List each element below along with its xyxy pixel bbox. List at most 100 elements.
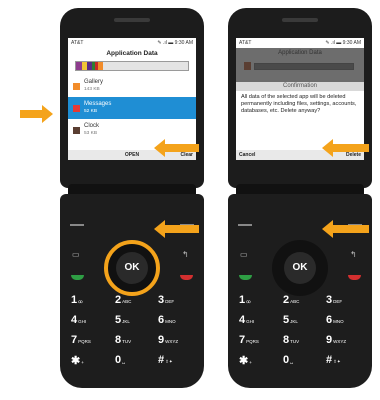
key-9[interactable]: 9WXYZ bbox=[326, 334, 346, 346]
key-number: # bbox=[326, 354, 333, 366]
left-phone: AT&T ✎ .ıl ▬ 9:30 AM Application Data Ga… bbox=[60, 8, 204, 388]
key-number: 9 bbox=[326, 334, 333, 346]
softkey-open[interactable]: OPEN bbox=[68, 152, 196, 158]
left-softkey[interactable] bbox=[238, 224, 252, 226]
key-5[interactable]: 5JKL bbox=[115, 314, 130, 326]
key-number: 6 bbox=[158, 314, 165, 326]
key-11[interactable]: 0␣ bbox=[283, 354, 293, 366]
call-icon[interactable] bbox=[71, 275, 84, 280]
keypad-base: ▭ ↰ OK 1ꝏ 2ABC 3DEF 4GHI 5JKL 6MNO 7PQRS 8TUV 9W… bbox=[228, 194, 372, 388]
ok-button[interactable]: OK bbox=[284, 252, 316, 284]
key-number: 7 bbox=[71, 334, 78, 346]
key-letters: ꝏ bbox=[246, 299, 251, 304]
dialog-message: All data of the selected app will be del… bbox=[241, 94, 357, 115]
key-1[interactable]: 1ꝏ bbox=[239, 294, 251, 306]
key-letters: ⇧✦ bbox=[165, 359, 173, 364]
key-letters: TUV bbox=[290, 339, 300, 344]
list-item-gallery[interactable]: Gallery 143 KB bbox=[68, 75, 196, 97]
list-item-clock[interactable]: Clock 53 KB bbox=[68, 119, 196, 141]
key-letters: ␣ bbox=[290, 359, 293, 364]
key-8[interactable]: 8TUV bbox=[283, 334, 299, 346]
key-letters: JKL bbox=[122, 319, 130, 324]
list-item-messages[interactable]: Messages 52 KB bbox=[68, 97, 196, 119]
key-number: 5 bbox=[283, 314, 290, 326]
earpiece bbox=[282, 18, 318, 22]
key-7[interactable]: 7PQRS bbox=[239, 334, 259, 346]
key-6[interactable]: 6MNO bbox=[326, 314, 344, 326]
end-call-icon[interactable] bbox=[348, 275, 361, 280]
confirmation-dialog: Confirmation All data of the selected ap… bbox=[236, 82, 364, 150]
key-4[interactable]: 4GHI bbox=[239, 314, 254, 326]
key-3[interactable]: 3DEF bbox=[158, 294, 174, 306]
key-1[interactable]: 1ꝏ bbox=[71, 294, 83, 306]
softkey-clear[interactable]: Clear bbox=[180, 152, 193, 158]
key-12[interactable]: #⇧✦ bbox=[326, 354, 341, 366]
storage-usage-bar bbox=[254, 63, 354, 70]
key-number: # bbox=[158, 354, 165, 366]
key-12[interactable]: #⇧✦ bbox=[158, 354, 173, 366]
nav-dpad[interactable]: OK bbox=[104, 240, 160, 296]
app-size: 52 KB bbox=[84, 109, 98, 114]
dialog-title: Confirmation bbox=[236, 82, 364, 91]
back-icon[interactable]: ↰ bbox=[182, 250, 189, 259]
key-10[interactable]: ✱+ bbox=[239, 354, 252, 367]
right-phone: AT&T ✎ .ıl ▬ 9:30 AM Application Data Co… bbox=[228, 8, 372, 388]
key-letters: JKL bbox=[290, 319, 298, 324]
status-icons: ✎ .ıl ▬ 9:30 AM bbox=[325, 40, 361, 46]
ok-button[interactable]: OK bbox=[116, 252, 148, 284]
key-number: 2 bbox=[115, 294, 122, 306]
page-title: Application Data bbox=[106, 50, 158, 57]
key-5[interactable]: 5JKL bbox=[283, 314, 298, 326]
call-icon[interactable] bbox=[239, 275, 252, 280]
status-bar: AT&T ✎ .ıl ▬ 9:30 AM bbox=[236, 38, 364, 48]
key-letters: MNO bbox=[165, 319, 176, 324]
key-number: ✱ bbox=[71, 355, 81, 367]
end-call-icon[interactable] bbox=[180, 275, 193, 280]
key-letters: + bbox=[249, 360, 252, 365]
nav-dpad[interactable]: OK bbox=[272, 240, 328, 296]
clock-icon bbox=[73, 126, 80, 134]
menu-icon[interactable]: ▭ bbox=[72, 250, 80, 259]
key-letters: GHI bbox=[246, 319, 255, 324]
key-letters: ⇧✦ bbox=[333, 359, 341, 364]
key-number: ✱ bbox=[239, 355, 249, 367]
key-number: 8 bbox=[283, 334, 290, 346]
key-letters: DEF bbox=[333, 299, 343, 304]
menu-icon[interactable]: ▭ bbox=[240, 250, 248, 259]
softkey-delete[interactable]: Delete bbox=[346, 152, 361, 158]
app-name: Messages bbox=[84, 101, 112, 107]
key-letters: DEF bbox=[165, 299, 175, 304]
key-6[interactable]: 6MNO bbox=[158, 314, 176, 326]
storage-segment bbox=[98, 62, 103, 70]
key-4[interactable]: 4GHI bbox=[71, 314, 86, 326]
key-number: 4 bbox=[71, 314, 78, 326]
softkey-cancel[interactable]: Cancel bbox=[239, 152, 255, 158]
key-letters: GHI bbox=[78, 319, 87, 324]
key-3[interactable]: 3DEF bbox=[326, 294, 342, 306]
key-7[interactable]: 7PQRS bbox=[71, 334, 91, 346]
key-number: 4 bbox=[239, 314, 246, 326]
status-bar: AT&T ✎ .ıl ▬ 9:30 AM bbox=[68, 38, 196, 48]
key-letters: MNO bbox=[333, 319, 344, 324]
key-10[interactable]: ✱+ bbox=[71, 354, 84, 367]
key-number: 1 bbox=[71, 294, 78, 306]
key-2[interactable]: 2ABC bbox=[115, 294, 131, 306]
phone-screen: AT&T ✎ .ıl ▬ 9:30 AM Application Data Co… bbox=[236, 38, 364, 160]
key-9[interactable]: 9WXYZ bbox=[158, 334, 178, 346]
key-number: 3 bbox=[326, 294, 333, 306]
status-icons: ✎ .ıl ▬ 9:30 AM bbox=[157, 40, 193, 46]
key-8[interactable]: 8TUV bbox=[115, 334, 131, 346]
key-number: 1 bbox=[239, 294, 246, 306]
key-number: 0 bbox=[283, 354, 290, 366]
left-softkey[interactable] bbox=[70, 224, 84, 226]
app-name: Clock bbox=[84, 123, 100, 129]
earpiece bbox=[114, 18, 150, 22]
carrier-label: AT&T bbox=[239, 40, 252, 46]
storage-usage-bar bbox=[75, 61, 189, 71]
key-letters: ꝏ bbox=[78, 299, 83, 304]
key-11[interactable]: 0␣ bbox=[115, 354, 125, 366]
key-2[interactable]: 2ABC bbox=[283, 294, 299, 306]
back-icon[interactable]: ↰ bbox=[350, 250, 357, 259]
key-letters: ABC bbox=[122, 299, 132, 304]
key-number: 8 bbox=[115, 334, 122, 346]
